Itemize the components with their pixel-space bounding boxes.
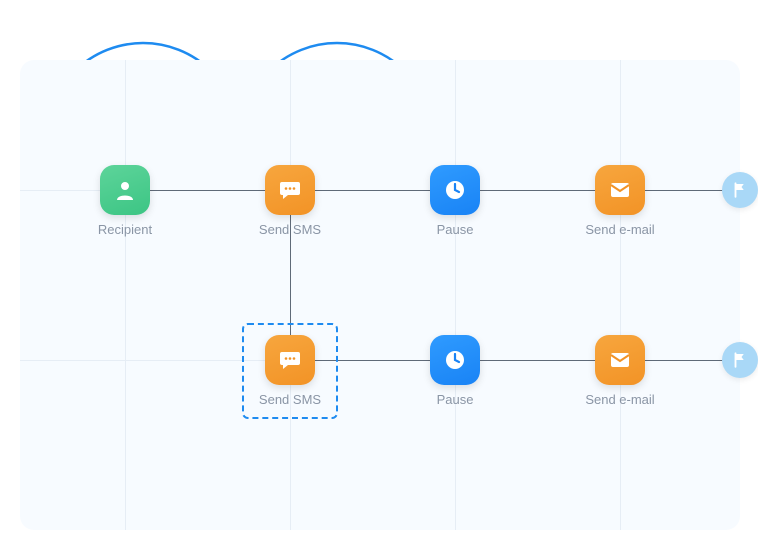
grid-line: [455, 60, 456, 530]
node-label: Pause: [395, 222, 515, 237]
person-icon: [113, 178, 137, 202]
grid-line: [125, 60, 126, 530]
node-pause[interactable]: [430, 335, 480, 385]
connector: [480, 360, 595, 361]
node-label: Send SMS: [230, 222, 350, 237]
chat-icon: [278, 178, 302, 202]
node-label: Recipient: [65, 222, 185, 237]
clock-icon: [443, 348, 467, 372]
node-send-email[interactable]: [595, 335, 645, 385]
mail-icon: [608, 178, 632, 202]
connector: [315, 190, 430, 191]
workflow-canvas[interactable]: Recipient Send SMS Pause Send e-mail: [20, 60, 740, 530]
clock-icon: [443, 178, 467, 202]
node-pause[interactable]: [430, 165, 480, 215]
mail-icon: [608, 348, 632, 372]
node-label: Pause: [395, 392, 515, 407]
node-send-sms[interactable]: [265, 335, 315, 385]
node-label: Send SMS: [230, 392, 350, 407]
node-send-sms[interactable]: [265, 165, 315, 215]
connector: [480, 190, 595, 191]
endpoint-flag[interactable]: [722, 342, 758, 378]
node-recipient[interactable]: [100, 165, 150, 215]
endpoint-flag[interactable]: [722, 172, 758, 208]
flag-icon: [731, 351, 749, 369]
chat-icon: [278, 348, 302, 372]
node-label: Send e-mail: [560, 392, 680, 407]
node-send-email[interactable]: [595, 165, 645, 215]
node-label: Send e-mail: [560, 222, 680, 237]
grid-line: [620, 60, 621, 530]
connector: [150, 190, 265, 191]
flag-icon: [731, 181, 749, 199]
